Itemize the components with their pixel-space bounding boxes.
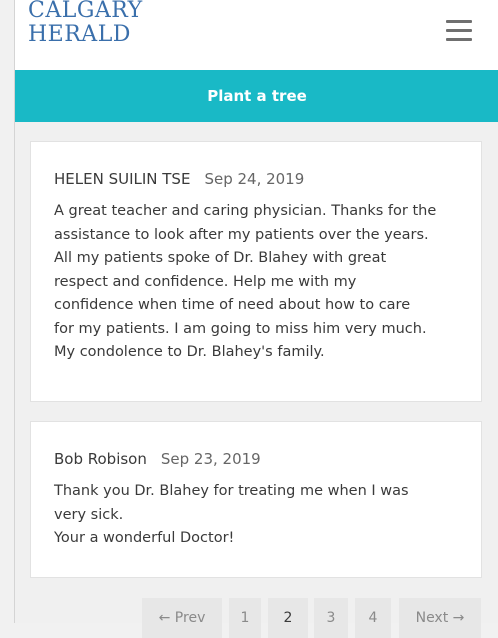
comment-line: for my patients. I am going to miss him …	[54, 320, 427, 337]
comment-body: A great teacher and caring physician. Th…	[54, 200, 462, 365]
pagination-page-3[interactable]: 3	[314, 598, 348, 638]
hamburger-menu-icon[interactable]	[446, 20, 472, 42]
site-logo[interactable]: CALGARY HERALD	[28, 0, 143, 48]
site-header: CALGARY HERALD	[15, 0, 498, 70]
pagination-page-4[interactable]: 4	[355, 598, 391, 638]
menu-bar	[446, 29, 472, 32]
pagination-page-1[interactable]: 1	[229, 598, 261, 638]
page-frame: CALGARY HERALD Plant a tree HELEN SUILIN…	[14, 0, 498, 638]
menu-bar	[446, 20, 472, 23]
comment-date: Sep 24, 2019	[204, 170, 305, 188]
comment-meta: Bob Robison Sep 23, 2019	[54, 450, 261, 468]
comment-line: Your a wonderful Doctor!	[54, 530, 235, 546]
logo-line-1: CALGARY	[28, 0, 143, 23]
condolence-card: HELEN SUILIN TSE Sep 24, 2019 A great tea…	[30, 141, 482, 402]
comment-line: very sick.	[54, 506, 124, 523]
comment-meta: HELEN SUILIN TSE Sep 24, 2019	[54, 170, 304, 188]
comment-line: Thank you Dr. Blahey for treating me whe…	[54, 483, 409, 499]
comment-author: HELEN SUILIN TSE	[54, 170, 191, 188]
pagination-prev-button[interactable]: ← Prev	[142, 598, 222, 638]
pagination-page-2-current[interactable]: 2	[268, 598, 308, 638]
comment-line: respect and confidence. Help me with my	[54, 273, 357, 290]
comment-line: My condolence to Dr. Blahey's family.	[54, 344, 325, 360]
pagination-next-button[interactable]: Next →	[399, 598, 481, 638]
comment-line: A great teacher and caring physician. Th…	[54, 203, 437, 219]
comment-body: Thank you Dr. Blahey for treating me whe…	[54, 480, 462, 551]
comment-date: Sep 23, 2019	[160, 450, 261, 468]
condolence-card: Bob Robison Sep 23, 2019 Thank you Dr. Bl…	[30, 421, 482, 578]
logo-line-2: HERALD	[28, 22, 131, 47]
comment-line: assistance to look after my patients ove…	[54, 226, 429, 243]
menu-bar	[446, 38, 472, 41]
comment-author: Bob Robison	[54, 450, 147, 468]
plant-a-tree-button[interactable]: Plant a tree	[15, 70, 498, 122]
comment-line: confidence when time of need about how t…	[54, 297, 411, 313]
comment-line: All my patients spoke of Dr. Blahey with…	[54, 250, 387, 266]
